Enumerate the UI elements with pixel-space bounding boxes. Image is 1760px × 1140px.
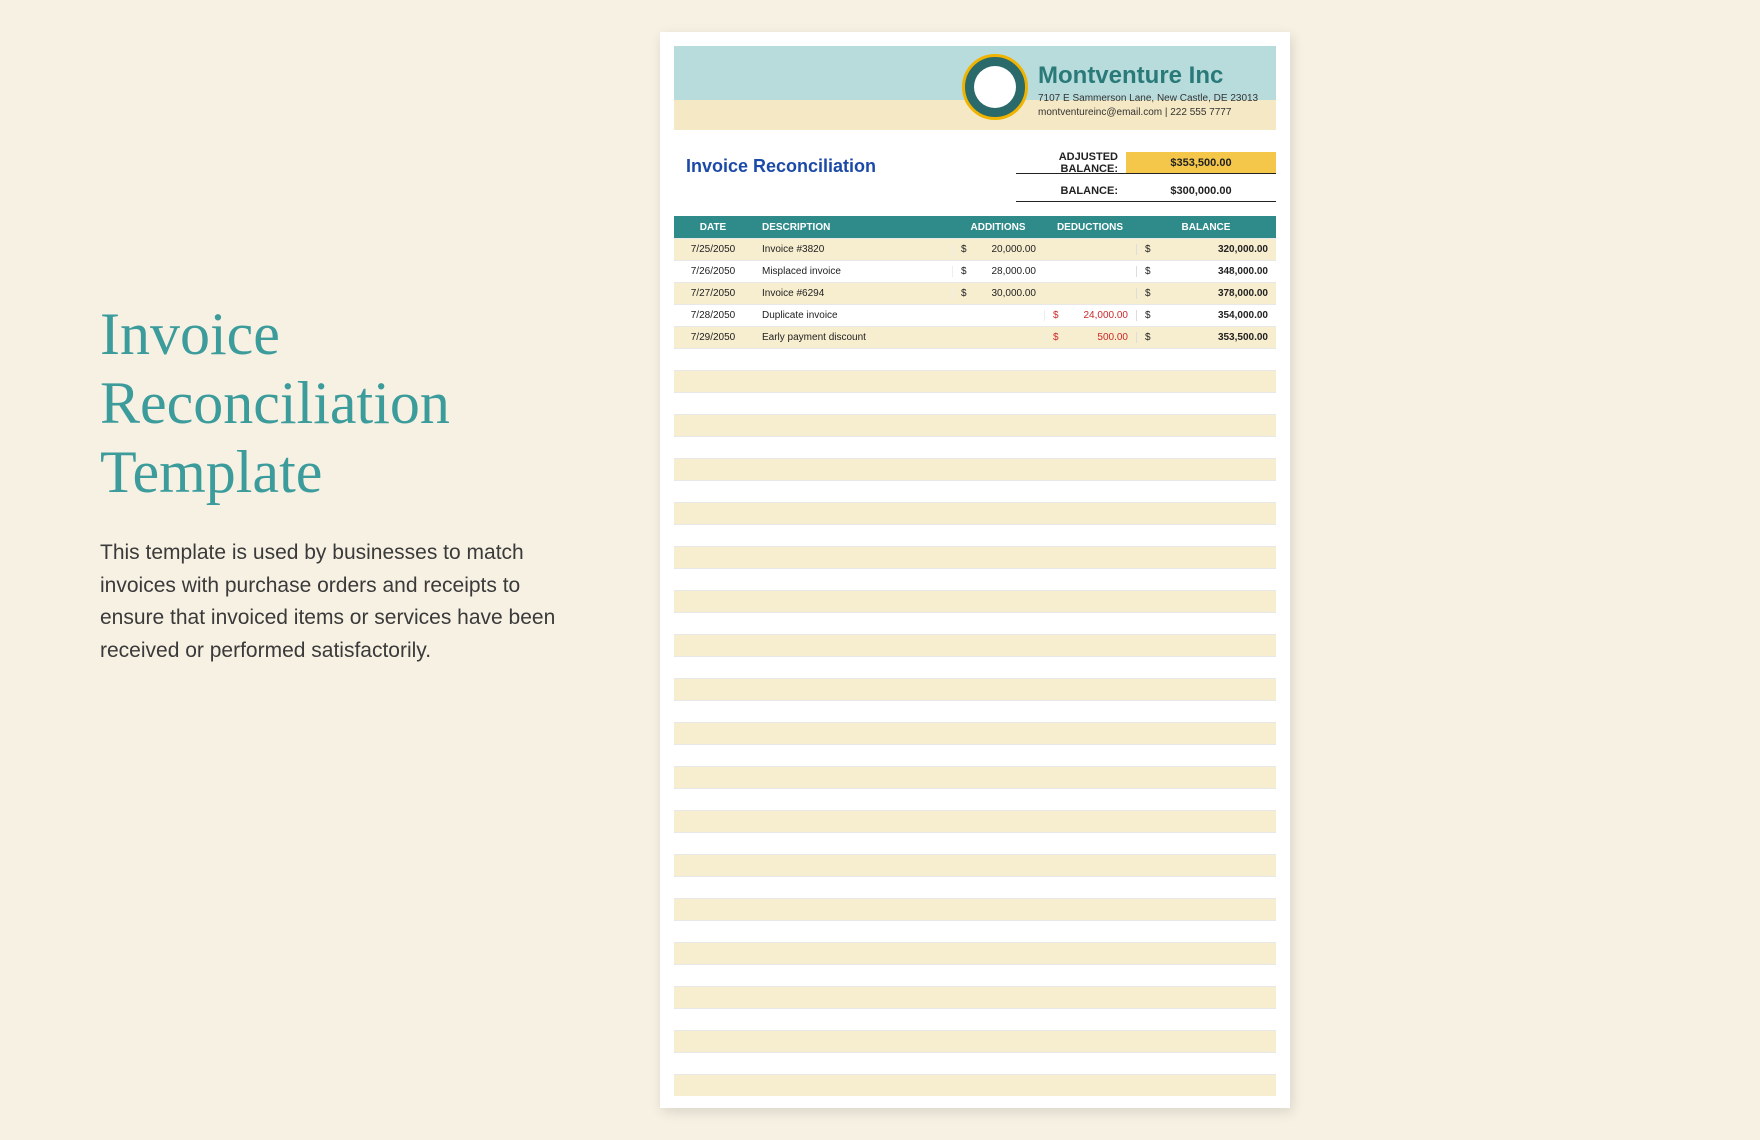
table-row-empty	[674, 964, 1276, 986]
table-row-empty	[674, 392, 1276, 414]
table-row-empty	[674, 942, 1276, 964]
reconciliation-table: DATE DESCRIPTION ADDITIONS DEDUCTIONS BA…	[674, 216, 1276, 1094]
cell-addition: $20,000.00	[952, 244, 1044, 255]
cell-balance: $353,500.00	[1136, 332, 1276, 343]
cell-date: 7/25/2050	[674, 244, 752, 255]
balance-row: BALANCE: $300,000.00	[1016, 180, 1276, 202]
cell-description: Invoice #3820	[752, 244, 952, 255]
table-row: 7/29/2050Early payment discount $500.00$3…	[674, 326, 1276, 348]
table-body: 7/25/2050Invoice #3820$20,000.00 $320,000…	[674, 238, 1276, 1096]
table-row-empty	[674, 986, 1276, 1008]
table-row-empty	[674, 744, 1276, 766]
document-title: Invoice Reconciliation	[686, 156, 876, 177]
table-row-empty	[674, 1030, 1276, 1052]
company-logo-inner	[974, 66, 1016, 108]
table-header: DATE DESCRIPTION ADDITIONS DEDUCTIONS BA…	[674, 216, 1276, 238]
table-row: 7/26/2050Misplaced invoice$28,000.00 $348…	[674, 260, 1276, 282]
balance-label: BALANCE:	[1016, 185, 1126, 197]
table-row-empty	[674, 920, 1276, 942]
col-deductions: DEDUCTIONS	[1044, 222, 1136, 233]
cell-addition: $30,000.00	[952, 288, 1044, 299]
col-additions: ADDITIONS	[952, 222, 1044, 233]
table-row: 7/28/2050Duplicate invoice $24,000.00$354…	[674, 304, 1276, 326]
table-row-empty	[674, 568, 1276, 590]
company-block: Montventure Inc 7107 E Sammerson Lane, N…	[1038, 64, 1278, 120]
table-row-empty	[674, 788, 1276, 810]
table-row-empty	[674, 436, 1276, 458]
cell-addition: $28,000.00	[952, 266, 1044, 277]
table-row-empty	[674, 656, 1276, 678]
cell-date: 7/27/2050	[674, 288, 752, 299]
table-row-empty	[674, 348, 1276, 370]
cell-balance: $320,000.00	[1136, 244, 1276, 255]
table-row-empty	[674, 722, 1276, 744]
cell-deduction: $500.00	[1044, 332, 1136, 343]
company-logo	[962, 54, 1028, 120]
table-row: 7/27/2050Invoice #6294$30,000.00 $378,000…	[674, 282, 1276, 304]
table-row-empty	[674, 678, 1276, 700]
table-row-empty	[674, 546, 1276, 568]
cell-balance: $378,000.00	[1136, 288, 1276, 299]
table-row-empty	[674, 370, 1276, 392]
company-name: Montventure Inc	[1038, 64, 1278, 88]
adjusted-balance-row: ADJUSTED BALANCE: $353,500.00	[1016, 152, 1276, 174]
table-row-empty	[674, 458, 1276, 480]
adjusted-balance-label: ADJUSTED BALANCE:	[1016, 151, 1126, 175]
table-row-empty	[674, 1052, 1276, 1074]
company-address: 7107 E Sammerson Lane, New Castle, DE 23…	[1038, 92, 1278, 106]
cell-date: 7/29/2050	[674, 332, 752, 343]
cell-description: Duplicate invoice	[752, 310, 952, 321]
table-row-empty	[674, 502, 1276, 524]
page-description: This template is used by businesses to m…	[100, 537, 560, 667]
cell-balance: $354,000.00	[1136, 310, 1276, 321]
table-row-empty	[674, 700, 1276, 722]
cell-description: Misplaced invoice	[752, 266, 952, 277]
table-row: 7/25/2050Invoice #3820$20,000.00 $320,000…	[674, 238, 1276, 260]
col-balance: BALANCE	[1136, 222, 1276, 233]
cell-description: Invoice #6294	[752, 288, 952, 299]
adjusted-balance-value: $353,500.00	[1126, 152, 1276, 173]
table-row-empty	[674, 612, 1276, 634]
cell-date: 7/26/2050	[674, 266, 752, 277]
cell-description: Early payment discount	[752, 332, 952, 343]
table-row-empty	[674, 590, 1276, 612]
page-title: Invoice Reconciliation Template	[100, 300, 560, 507]
invoice-sheet: Montventure Inc 7107 E Sammerson Lane, N…	[660, 32, 1290, 1108]
info-panel: Invoice Reconciliation Template This tem…	[100, 300, 560, 667]
table-row-empty	[674, 480, 1276, 502]
table-row-empty	[674, 832, 1276, 854]
table-row-empty	[674, 854, 1276, 876]
balance-value: $300,000.00	[1126, 180, 1276, 201]
table-row-empty	[674, 898, 1276, 920]
col-description: DESCRIPTION	[752, 222, 952, 233]
table-row-empty	[674, 1074, 1276, 1096]
table-row-empty	[674, 524, 1276, 546]
table-row-empty	[674, 766, 1276, 788]
table-row-empty	[674, 414, 1276, 436]
col-date: DATE	[674, 222, 752, 233]
company-contact: montventureinc@email.com | 222 555 7777	[1038, 106, 1278, 120]
table-row-empty	[674, 810, 1276, 832]
cell-date: 7/28/2050	[674, 310, 752, 321]
cell-deduction: $24,000.00	[1044, 310, 1136, 321]
table-row-empty	[674, 634, 1276, 656]
cell-balance: $348,000.00	[1136, 266, 1276, 277]
table-row-empty	[674, 1008, 1276, 1030]
table-row-empty	[674, 876, 1276, 898]
